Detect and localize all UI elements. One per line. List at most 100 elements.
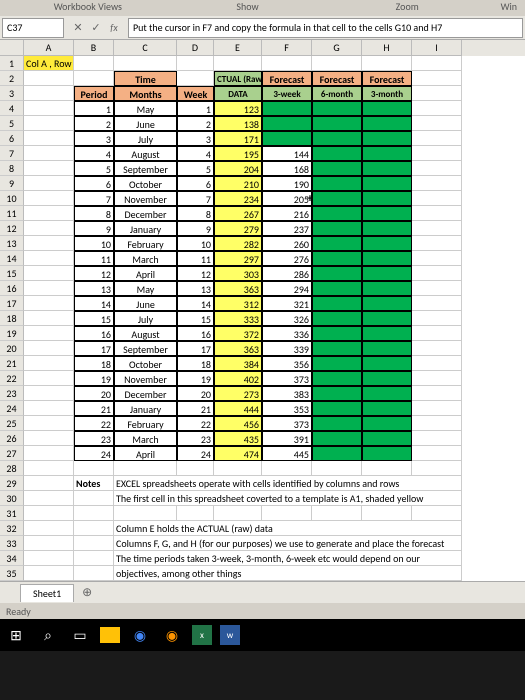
month-cell[interactable]: August (114, 326, 177, 341)
forecast-3m-cell[interactable] (362, 416, 412, 431)
period-cell[interactable]: 22 (74, 416, 114, 431)
word-icon[interactable]: w (220, 625, 240, 645)
period-cell[interactable]: 11 (74, 251, 114, 266)
row-header[interactable]: 8 (0, 161, 24, 176)
month-cell[interactable]: January (114, 221, 177, 236)
forecast-3m-cell[interactable] (362, 116, 412, 131)
forecast-3m-cell[interactable] (362, 146, 412, 161)
week-cell[interactable]: 9 (177, 221, 214, 236)
row-header[interactable]: 27 (0, 446, 24, 461)
period-cell[interactable]: 13 (74, 281, 114, 296)
cell[interactable] (412, 296, 462, 311)
note-text[interactable]: Column E holds the ACTUAL (raw) data (114, 521, 462, 536)
cell[interactable] (412, 116, 462, 131)
cell[interactable] (24, 101, 74, 116)
cell[interactable] (412, 401, 462, 416)
header-forecast-3w[interactable]: Forecast (262, 71, 312, 86)
cell[interactable] (24, 416, 74, 431)
week-cell[interactable]: 5 (177, 161, 214, 176)
data-cell[interactable]: 279 (214, 221, 262, 236)
period-cell[interactable]: 10 (74, 236, 114, 251)
data-cell[interactable]: 456 (214, 416, 262, 431)
period-cell[interactable]: 2 (74, 116, 114, 131)
period-cell[interactable]: 14 (74, 296, 114, 311)
month-cell[interactable]: December (114, 206, 177, 221)
period-cell[interactable]: 18 (74, 356, 114, 371)
spreadsheet-grid[interactable]: A B C D E F G H I 1Col A , Row 12TimeCTU… (0, 40, 525, 581)
row-header[interactable]: 31 (0, 506, 24, 521)
month-cell[interactable]: February (114, 236, 177, 251)
forecast-3m-cell[interactable] (362, 296, 412, 311)
windows-start-icon[interactable]: ⊞ (4, 623, 28, 647)
week-cell[interactable]: 17 (177, 341, 214, 356)
cell[interactable] (362, 461, 412, 476)
cell[interactable] (24, 86, 74, 101)
forecast-3w-cell[interactable] (262, 131, 312, 146)
forecast-6m-cell[interactable] (312, 251, 362, 266)
month-cell[interactable]: October (114, 176, 177, 191)
forecast-3w-cell[interactable]: 237 (262, 221, 312, 236)
cell[interactable] (412, 221, 462, 236)
month-cell[interactable]: May (114, 281, 177, 296)
cell[interactable] (24, 176, 74, 191)
col-header[interactable]: G (312, 40, 362, 56)
data-cell[interactable]: 333 (214, 311, 262, 326)
cell[interactable] (412, 371, 462, 386)
forecast-3m-cell[interactable] (362, 236, 412, 251)
forecast-3w-cell[interactable]: 260 (262, 236, 312, 251)
forecast-6m-cell[interactable] (312, 401, 362, 416)
cell[interactable] (412, 191, 462, 206)
select-all-corner[interactable] (0, 40, 24, 56)
month-cell[interactable]: March (114, 251, 177, 266)
forecast-3w-cell[interactable]: 336 (262, 326, 312, 341)
row-header[interactable]: 32 (0, 521, 24, 536)
file-explorer-icon[interactable] (100, 627, 120, 643)
row-header[interactable]: 22 (0, 371, 24, 386)
row-header[interactable]: 12 (0, 221, 24, 236)
data-cell[interactable]: 297 (214, 251, 262, 266)
cell[interactable] (24, 386, 74, 401)
period-cell[interactable]: 5 (74, 161, 114, 176)
header-actual[interactable]: CTUAL (Raw (214, 71, 262, 86)
week-cell[interactable]: 22 (177, 416, 214, 431)
search-icon[interactable]: ⌕ (36, 623, 60, 647)
cell[interactable] (24, 356, 74, 371)
period-cell[interactable]: 24 (74, 446, 114, 461)
cell[interactable] (24, 281, 74, 296)
forecast-6m-cell[interactable] (312, 101, 362, 116)
data-cell[interactable]: 363 (214, 341, 262, 356)
row-header[interactable]: 3 (0, 86, 24, 101)
month-cell[interactable]: January (114, 401, 177, 416)
row-header[interactable]: 13 (0, 236, 24, 251)
forecast-6m-cell[interactable] (312, 371, 362, 386)
cell[interactable] (412, 101, 462, 116)
header-period[interactable]: Period (74, 86, 114, 101)
period-cell[interactable]: 16 (74, 326, 114, 341)
month-cell[interactable]: September (114, 161, 177, 176)
forecast-6m-cell[interactable] (312, 431, 362, 446)
month-cell[interactable]: October (114, 356, 177, 371)
forecast-3w-cell[interactable]: 339 (262, 341, 312, 356)
forecast-3w-cell[interactable]: 356 (262, 356, 312, 371)
forecast-6m-cell[interactable] (312, 281, 362, 296)
note-text[interactable]: EXCEL spreadsheets operate with cells id… (114, 476, 462, 491)
forecast-3m-cell[interactable] (362, 191, 412, 206)
row-header[interactable]: 11 (0, 206, 24, 221)
week-cell[interactable]: 8 (177, 206, 214, 221)
cell[interactable] (24, 401, 74, 416)
row-header[interactable]: 29 (0, 476, 24, 491)
cell[interactable] (177, 71, 214, 86)
cell[interactable] (114, 461, 177, 476)
forecast-3m-cell[interactable] (362, 266, 412, 281)
cell[interactable] (24, 491, 74, 506)
excel-icon[interactable]: x (192, 625, 212, 645)
week-cell[interactable]: 14 (177, 296, 214, 311)
cell[interactable] (24, 221, 74, 236)
forecast-3w-cell[interactable]: 383 (262, 386, 312, 401)
period-cell[interactable]: 9 (74, 221, 114, 236)
month-cell[interactable]: June (114, 296, 177, 311)
period-cell[interactable]: 8 (74, 206, 114, 221)
cell[interactable] (24, 326, 74, 341)
cell[interactable] (412, 131, 462, 146)
week-cell[interactable]: 20 (177, 386, 214, 401)
